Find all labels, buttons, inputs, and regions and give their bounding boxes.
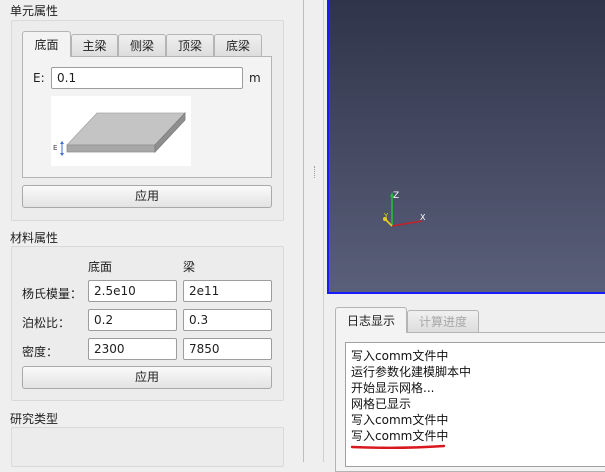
- col-bottom-header: 底面: [88, 260, 113, 274]
- splitter-handle[interactable]: [314, 166, 316, 178]
- density-bottom-input[interactable]: 2300: [88, 338, 177, 360]
- study-title: 研究类型: [10, 412, 59, 426]
- axis-triad: [383, 192, 423, 227]
- youngs-bottom-input[interactable]: 2.5e10: [88, 280, 177, 302]
- density-beam-input[interactable]: 7850: [183, 338, 272, 360]
- unit-label: m: [249, 71, 261, 85]
- tab-calc-progress[interactable]: 计算进度: [407, 310, 479, 333]
- apply-material-button[interactable]: 应用: [22, 366, 272, 389]
- apply-unit-button[interactable]: 应用: [22, 185, 272, 208]
- slab-illustration: [60, 111, 186, 156]
- panel-splitter[interactable]: [303, 0, 304, 462]
- density-label: 密度：: [22, 345, 59, 359]
- axis-x-label: X: [420, 213, 426, 222]
- slab-diagram: [51, 96, 191, 166]
- poisson-label: 泊松比：: [22, 316, 71, 330]
- axis-y-label: Y: [384, 212, 389, 220]
- log-line: 网格已显示: [351, 397, 412, 411]
- col-beam-header: 梁: [183, 260, 196, 274]
- tab-main-beam[interactable]: 主梁: [71, 34, 118, 57]
- poisson-bottom-input[interactable]: 0.2: [88, 309, 177, 331]
- log-line: 写入comm文件中: [351, 429, 449, 443]
- tab-top-beam[interactable]: 顶梁: [166, 34, 214, 57]
- material-title: 材料属性: [10, 231, 59, 245]
- red-underline-annotation: [350, 444, 446, 449]
- right-panel-edge: [323, 0, 324, 462]
- thickness-label: E: [53, 144, 58, 152]
- unit-props-title: 单元属性: [10, 4, 59, 18]
- tab-side-beam[interactable]: 侧梁: [118, 34, 166, 57]
- e-input[interactable]: 0.1: [51, 67, 243, 89]
- x-axis-line: [391, 220, 423, 227]
- log-line: 开始显示网格...: [351, 381, 435, 395]
- study-group: [11, 427, 284, 467]
- log-line: 运行参数化建模脚本中: [351, 365, 472, 379]
- log-line: 写入comm文件中: [351, 349, 449, 363]
- youngs-modulus-label: 杨氏模量：: [22, 287, 83, 301]
- tab-log-display[interactable]: 日志显示: [335, 307, 407, 333]
- log-line: 写入comm文件中: [351, 413, 449, 427]
- viewport-3d[interactable]: [327, 0, 605, 294]
- tab-bottom[interactable]: 底面: [22, 31, 71, 57]
- axis-z-label: Z: [393, 191, 400, 201]
- tab-bottom-beam[interactable]: 底梁: [214, 34, 262, 57]
- youngs-beam-input[interactable]: 2e11: [183, 280, 272, 302]
- e-label: E:: [33, 71, 45, 85]
- poisson-beam-input[interactable]: 0.3: [183, 309, 272, 331]
